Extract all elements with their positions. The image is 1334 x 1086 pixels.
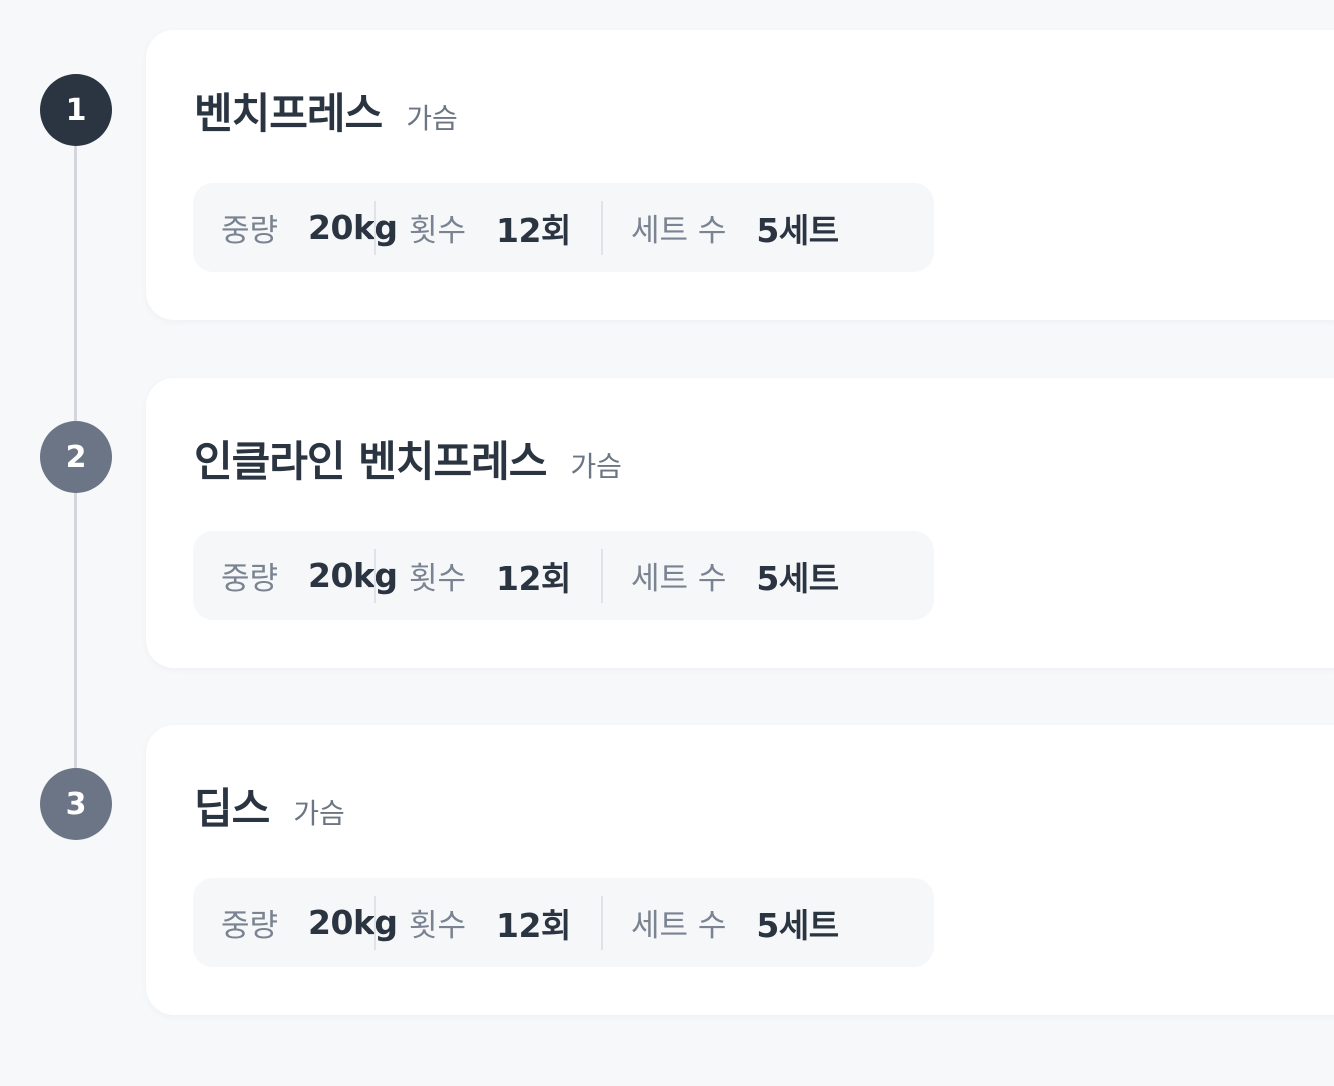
stat-sets-label: 세트 수 [631, 908, 727, 944]
stat-sets: 세트 수 5세트 [603, 531, 867, 620]
exercise-stats: 중량 20kg 횟수 12회 세트 수 5세트 [193, 183, 934, 272]
exercise-category: 가슴 [293, 797, 345, 830]
step-badge-1: 1 [40, 74, 112, 146]
exercise-category: 가슴 [570, 450, 622, 483]
exercise-name: 인클라인 벤치프레스 [194, 437, 547, 486]
exercise-title-row: 딥스 가슴 [194, 775, 345, 835]
exercise-category: 가슴 [406, 102, 458, 135]
exercise-name: 딥스 [194, 784, 270, 833]
exercise-title-row: 인클라인 벤치프레스 가슴 [194, 428, 622, 488]
exercise-timeline: 1 벤치프레스 가슴 중량 20kg 횟수 12회 세트 수 5세트 2 인클라… [0, 0, 1334, 1086]
stat-sets-value: 5세트 [756, 210, 839, 250]
stat-reps-value: 12회 [496, 905, 571, 945]
stat-weight-label: 중량 [221, 213, 279, 249]
stat-weight: 중량 20kg [193, 878, 398, 967]
exercise-title-row: 벤치프레스 가슴 [194, 80, 458, 140]
exercise-name: 벤치프레스 [194, 89, 383, 138]
exercise-stats: 중량 20kg 횟수 12회 세트 수 5세트 [193, 878, 934, 967]
exercise-card-3[interactable]: 딥스 가슴 중량 20kg 횟수 12회 세트 수 5세트 [146, 725, 1334, 1015]
stat-reps: 횟수 12회 [376, 183, 601, 272]
stat-sets-value: 5세트 [756, 558, 839, 598]
stat-sets: 세트 수 5세트 [603, 183, 867, 272]
stat-reps: 횟수 12회 [376, 531, 601, 620]
stat-reps-label: 횟수 [409, 908, 467, 944]
exercise-card-1[interactable]: 벤치프레스 가슴 중량 20kg 횟수 12회 세트 수 5세트 [146, 30, 1334, 320]
stat-sets-value: 5세트 [756, 905, 839, 945]
step-badge-2: 2 [40, 421, 112, 493]
stat-weight: 중량 20kg [193, 531, 398, 620]
stat-weight-label: 중량 [221, 561, 279, 597]
stat-reps: 횟수 12회 [376, 878, 601, 967]
stat-reps-label: 횟수 [409, 561, 467, 597]
stat-reps-value: 12회 [496, 210, 571, 250]
exercise-card-2[interactable]: 인클라인 벤치프레스 가슴 중량 20kg 횟수 12회 세트 수 5세트 [146, 378, 1334, 668]
step-badge-3: 3 [40, 768, 112, 840]
stat-sets-label: 세트 수 [631, 561, 727, 597]
stat-sets: 세트 수 5세트 [603, 878, 867, 967]
stat-weight-label: 중량 [221, 908, 279, 944]
stat-reps-value: 12회 [496, 558, 571, 598]
stat-sets-label: 세트 수 [631, 213, 727, 249]
stat-weight: 중량 20kg [193, 183, 398, 272]
exercise-stats: 중량 20kg 횟수 12회 세트 수 5세트 [193, 531, 934, 620]
stat-reps-label: 횟수 [409, 213, 467, 249]
